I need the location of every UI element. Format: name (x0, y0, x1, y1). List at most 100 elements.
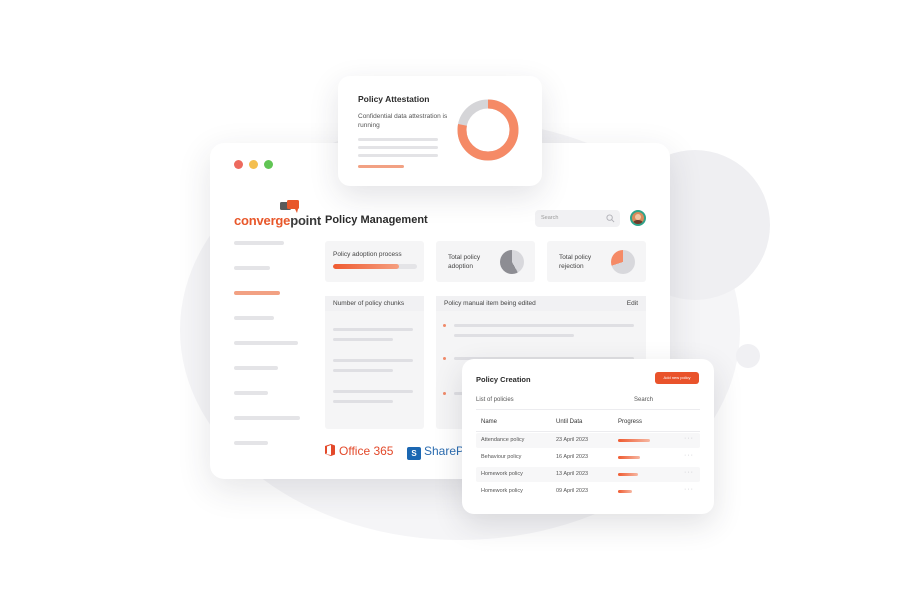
policy-chunks-title: Number of policy chunks (333, 300, 405, 307)
policy-date: 16 April 2023 (556, 454, 589, 460)
table-row[interactable]: Behaviour policy 16 April 2023 ··· (476, 450, 700, 465)
placeholder-line (333, 328, 413, 331)
column-header-progress: Progress (618, 419, 643, 425)
sharepoint-logo: S ShareP (407, 444, 464, 460)
policy-search-input[interactable]: Search (634, 397, 653, 403)
sidebar-item-active[interactable] (234, 291, 280, 295)
placeholder-line (333, 400, 393, 403)
policy-progress-bar (618, 490, 658, 493)
total-rejection-label: Total policy rejection (559, 253, 591, 271)
bullet-icon (443, 357, 446, 360)
adoption-process-card[interactable]: Policy adoption process (325, 241, 424, 282)
sharepoint-label: ShareP (424, 444, 465, 458)
attestation-subtitle: Confidential data attestration is runnin… (358, 113, 448, 129)
policy-attestation-card[interactable]: Policy Attestation Confidential data att… (338, 76, 542, 186)
background-shape (736, 344, 760, 368)
policy-chunks-panel: Number of policy chunks (325, 296, 424, 429)
placeholder-line (333, 359, 413, 362)
sidebar-item[interactable] (234, 241, 284, 245)
placeholder-line (358, 138, 438, 141)
placeholder-line (333, 369, 393, 372)
maximize-dot[interactable] (264, 160, 273, 169)
policy-manual-header: Policy manual item being edited Edit (436, 296, 646, 311)
total-rejection-label-line1: Total policy (559, 254, 592, 261)
window-controls (234, 160, 273, 169)
rejection-pie-chart (611, 250, 635, 274)
policy-manual-title: Policy manual item being edited (444, 300, 536, 307)
sharepoint-icon: S (407, 447, 421, 460)
edit-button[interactable]: Edit (627, 300, 638, 307)
total-adoption-card[interactable]: Total policy adoption (436, 241, 535, 282)
office365-logo: Office 365 (325, 444, 393, 458)
policy-date: 13 April 2023 (556, 471, 589, 477)
policy-creation-card: Policy Creation Add new policy List of p… (462, 359, 714, 514)
logo-text-point: point (290, 213, 321, 228)
policy-name: Homework policy (481, 488, 523, 494)
placeholder-line (454, 324, 634, 327)
total-adoption-label-line2: adoption (448, 263, 473, 270)
add-new-policy-button[interactable]: Add new policy (655, 372, 699, 384)
attestation-title: Policy Attestation (358, 94, 430, 104)
policy-creation-title: Policy Creation (476, 375, 531, 384)
search-placeholder: Search (541, 215, 559, 221)
policy-name: Attendance policy (481, 437, 525, 443)
logo-text-converge: converge (234, 213, 291, 228)
placeholder-line (333, 338, 393, 341)
office-icon (325, 444, 335, 456)
sidebar-item[interactable] (234, 391, 268, 395)
more-options-icon[interactable]: ··· (684, 452, 694, 459)
search-icon (606, 214, 615, 223)
policy-progress-fill (618, 473, 638, 476)
total-rejection-label-line2: rejection (559, 263, 584, 270)
policy-progress-fill (618, 439, 650, 442)
policy-progress-bar (618, 473, 658, 476)
placeholder-line (358, 154, 438, 157)
total-rejection-card[interactable]: Total policy rejection (547, 241, 646, 282)
policy-date: 09 April 2023 (556, 488, 589, 494)
avatar-body (633, 220, 643, 224)
total-adoption-label: Total policy adoption (448, 253, 480, 271)
divider (476, 409, 700, 410)
placeholder-line (454, 334, 574, 337)
bullet-icon (443, 324, 446, 327)
adoption-process-label: Policy adoption process (333, 251, 402, 258)
more-options-icon[interactable]: ··· (684, 435, 694, 442)
bullet-icon (443, 392, 446, 395)
list-of-policies-label: List of policies (476, 397, 514, 403)
policy-name: Homework policy (481, 471, 523, 477)
more-options-icon[interactable]: ··· (684, 469, 694, 476)
table-row[interactable]: Homework policy 09 April 2023 ··· (476, 484, 700, 499)
adoption-pie-chart (500, 250, 524, 274)
policy-progress-fill (618, 456, 640, 459)
column-header-name: Name (481, 419, 498, 425)
divider (476, 431, 700, 432)
page-title: Policy Management (325, 214, 428, 226)
placeholder-line (358, 146, 438, 149)
sidebar-item[interactable] (234, 341, 298, 345)
adoption-progress-bar (333, 264, 417, 269)
policy-progress-bar (618, 456, 658, 459)
search-input[interactable]: Search (535, 210, 620, 227)
user-avatar[interactable] (630, 210, 646, 226)
column-header-date: Until Data (556, 419, 583, 425)
policy-name: Behaviour policy (481, 454, 522, 460)
sidebar-item[interactable] (234, 266, 270, 270)
sidebar-item[interactable] (234, 366, 278, 370)
sidebar-item[interactable] (234, 416, 300, 420)
table-row[interactable]: Homework policy 13 April 2023 ··· (476, 467, 700, 482)
close-dot[interactable] (234, 160, 243, 169)
more-options-icon[interactable]: ··· (684, 486, 694, 493)
policy-date: 23 April 2023 (556, 437, 589, 443)
convergepoint-logo[interactable]: convergepoint (234, 200, 321, 228)
adoption-progress-fill (333, 264, 399, 269)
table-row[interactable]: Attendance policy 23 April 2023 ··· (476, 433, 700, 448)
office365-label: Office 365 (339, 444, 394, 458)
policy-progress-bar (618, 439, 658, 442)
policy-progress-fill (618, 490, 632, 493)
sidebar-item[interactable] (234, 316, 274, 320)
attestation-donut-chart (457, 99, 519, 161)
minimize-dot[interactable] (249, 160, 258, 169)
attestation-progress-line (358, 165, 404, 168)
sidebar-item[interactable] (234, 441, 268, 445)
total-adoption-label-line1: Total policy (448, 254, 481, 261)
